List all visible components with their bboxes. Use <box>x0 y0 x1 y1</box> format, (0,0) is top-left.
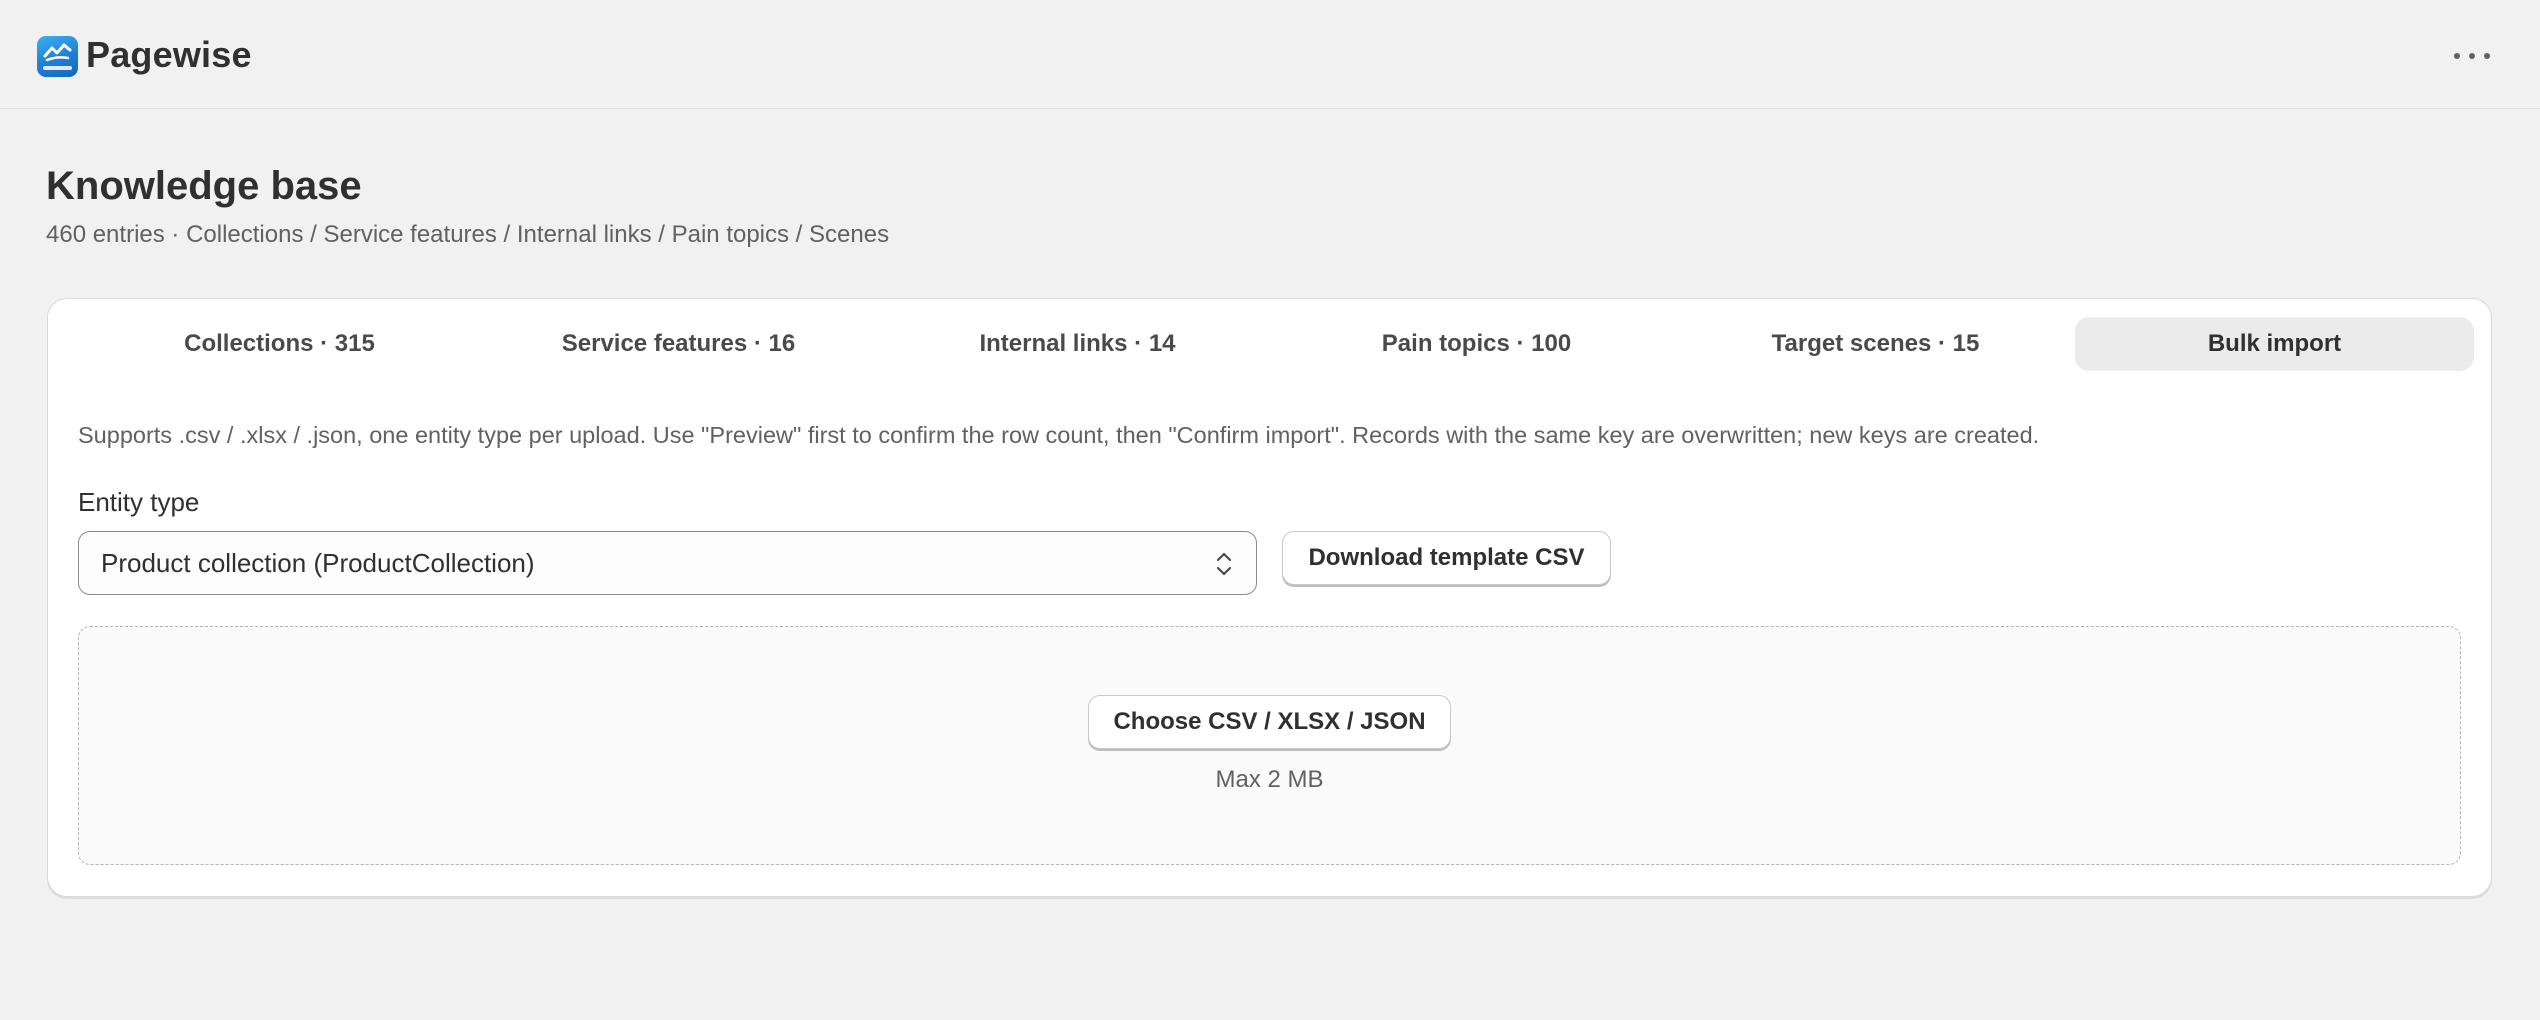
entity-type-label: Entity type <box>78 487 200 517</box>
pagewise-logo-icon <box>37 36 78 77</box>
tab-pain-topics[interactable]: Pain topics · 100 <box>1277 317 1676 371</box>
file-dropzone[interactable]: Choose CSV / XLSX / JSON Max 2 MB <box>78 626 2461 865</box>
chevron-up-down-icon <box>1216 552 1232 576</box>
knowledge-base-card: Collections · 315 Service features · 16 … <box>47 298 2492 897</box>
tab-internal-links[interactable]: Internal links · 14 <box>878 317 1277 371</box>
tab-bar: Collections · 315 Service features · 16 … <box>80 317 2474 371</box>
app-name: Pagewise <box>86 34 252 75</box>
tab-collections[interactable]: Collections · 315 <box>80 317 479 371</box>
more-horizontal-icon[interactable] <box>2454 44 2490 68</box>
download-template-button[interactable]: Download template CSV <box>1282 531 1611 585</box>
entity-type-value: Product collection (ProductCollection) <box>101 547 535 578</box>
import-help-text: Supports .csv / .xlsx / .json, one entit… <box>78 422 2040 448</box>
tab-target-scenes[interactable]: Target scenes · 15 <box>1676 317 2075 371</box>
tab-service-features[interactable]: Service features · 16 <box>479 317 878 371</box>
page-subtitle: 460 entries · Collections / Service feat… <box>46 221 890 248</box>
top-bar: Pagewise <box>0 0 2540 109</box>
choose-file-button[interactable]: Choose CSV / XLSX / JSON <box>1088 695 1451 749</box>
max-size-hint: Max 2 MB <box>1215 766 1324 793</box>
page-title: Knowledge base <box>46 164 362 208</box>
tab-bulk-import[interactable]: Bulk import <box>2075 317 2474 371</box>
entity-type-select[interactable]: Product collection (ProductCollection) <box>78 531 1257 595</box>
